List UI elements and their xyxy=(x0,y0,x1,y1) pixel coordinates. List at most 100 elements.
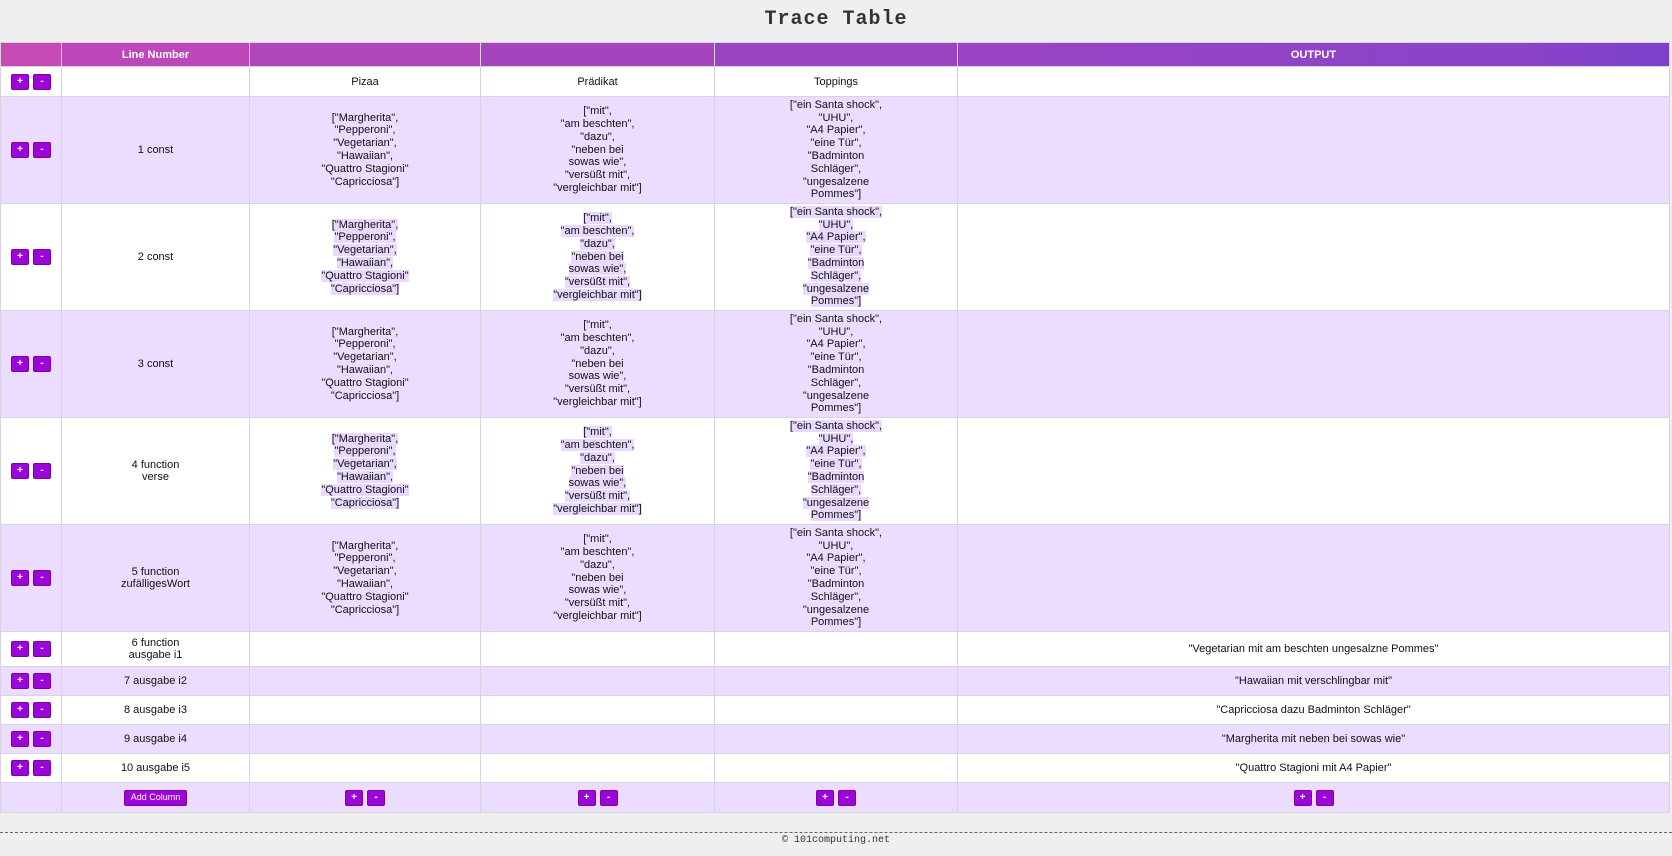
add-column-button[interactable]: + xyxy=(577,789,596,806)
column-controls-row: Add Column + - + - + - + - xyxy=(0,782,1670,813)
line-number-cell[interactable]: 10 ausgabe i5 xyxy=(61,753,250,783)
output-cell[interactable]: "Vegetarian mit am beschten ungesalzne P… xyxy=(957,631,1670,667)
line-number-cell[interactable]: 1 const xyxy=(61,96,250,204)
pizza-value: ["Margherita", "Pepperoni", "Vegetarian"… xyxy=(321,111,409,188)
value-cell[interactable] xyxy=(714,666,958,696)
line-number-cell[interactable]: 2 const xyxy=(61,203,250,311)
row-controls: + - xyxy=(0,724,62,754)
remove-column-button[interactable]: - xyxy=(599,789,618,806)
value-cell[interactable]: ["mit", "am beschten", "dazu", "neben be… xyxy=(480,417,715,525)
line-number-cell[interactable]: 5 function zufälligesWort xyxy=(61,524,250,632)
add-row-button[interactable]: + xyxy=(11,249,29,265)
value-cell[interactable] xyxy=(249,631,481,667)
add-row-button[interactable]: + xyxy=(11,570,29,586)
add-row-button[interactable]: + xyxy=(11,760,29,776)
remove-row-button[interactable]: - xyxy=(33,731,51,747)
output-cell[interactable] xyxy=(957,417,1670,525)
remove-row-button[interactable]: - xyxy=(33,73,51,90)
value-cell[interactable] xyxy=(249,753,481,783)
add-row-button[interactable]: + xyxy=(11,731,29,747)
value-cell[interactable]: ["mit", "am beschten", "dazu", "neben be… xyxy=(480,96,715,204)
value-cell[interactable]: ["mit", "am beschten", "dazu", "neben be… xyxy=(480,203,715,311)
variable-name-cell[interactable]: Pizaa xyxy=(249,66,481,97)
output-cell[interactable] xyxy=(957,66,1670,97)
add-row-button[interactable]: + xyxy=(11,702,29,718)
value-cell[interactable]: ["mit", "am beschten", "dazu", "neben be… xyxy=(480,524,715,632)
variable-name-cell[interactable]: Prädikat xyxy=(480,66,715,97)
value-cell[interactable]: ["ein Santa shock", "UHU", "A4 Papier", … xyxy=(714,96,958,204)
output-cell[interactable]: "Capricciosa dazu Badminton Schläger" xyxy=(957,695,1670,725)
output-cell[interactable]: "Margherita mit neben bei sowas wie" xyxy=(957,724,1670,754)
row-controls: + - xyxy=(0,753,62,783)
add-column-button[interactable]: + xyxy=(816,789,834,806)
add-row-button[interactable]: + xyxy=(11,356,29,372)
line-number-cell[interactable]: 6 function ausgabe i1 xyxy=(61,631,250,667)
remove-row-button[interactable]: - xyxy=(33,641,51,657)
toppings-value: ["ein Santa shock", "UHU", "A4 Papier", … xyxy=(789,526,883,629)
remove-row-button[interactable]: - xyxy=(33,249,51,265)
output-cell[interactable] xyxy=(957,203,1670,311)
value-cell[interactable]: ["ein Santa shock", "UHU", "A4 Papier", … xyxy=(714,310,958,418)
value-cell[interactable]: ["Margherita", "Pepperoni", "Vegetarian"… xyxy=(249,524,481,632)
value-cell[interactable] xyxy=(714,695,958,725)
add-row-button[interactable]: + xyxy=(11,142,29,158)
value-cell[interactable] xyxy=(714,753,958,783)
table-row: + - 3 const ["Margherita", "Pepperoni", "… xyxy=(0,310,1670,418)
output-cell[interactable] xyxy=(957,310,1670,418)
value-cell[interactable]: ["ein Santa shock", "UHU", "A4 Papier", … xyxy=(714,524,958,632)
header-output: OUTPUT xyxy=(957,42,1670,67)
value-cell[interactable]: ["Margherita", "Pepperoni", "Vegetarian"… xyxy=(249,310,481,418)
value-cell[interactable] xyxy=(480,724,715,754)
remove-row-button[interactable]: - xyxy=(33,570,51,586)
page-title: Trace Table xyxy=(764,8,908,31)
line-number-cell[interactable]: 7 ausgabe i2 xyxy=(61,666,250,696)
line-number-cell[interactable] xyxy=(61,66,250,97)
output-cell[interactable] xyxy=(957,524,1670,632)
value-cell[interactable] xyxy=(480,666,715,696)
remove-row-button[interactable]: - xyxy=(33,760,51,776)
value-cell[interactable] xyxy=(480,631,715,667)
remove-row-button[interactable]: - xyxy=(33,142,51,158)
value-cell[interactable] xyxy=(249,724,481,754)
add-column-button[interactable]: + xyxy=(345,789,363,806)
value-cell[interactable] xyxy=(249,666,481,696)
value-cell[interactable] xyxy=(480,753,715,783)
header-variable-2 xyxy=(480,42,715,67)
trace-table: Line Number OUTPUT + - Pizaa Prädikat Top… xyxy=(0,42,1670,813)
value-cell[interactable] xyxy=(714,631,958,667)
add-row-button[interactable]: + xyxy=(11,641,29,657)
value-cell[interactable]: ["Margherita", "Pepperoni", "Vegetarian"… xyxy=(249,96,481,204)
remove-row-button[interactable]: - xyxy=(33,463,51,479)
row-controls: + - xyxy=(0,666,62,696)
table-row: + - 9 ausgabe i4 "Margherita mit neben be… xyxy=(0,724,1670,754)
line-number-cell[interactable]: 4 function verse xyxy=(61,417,250,525)
remove-column-button[interactable]: - xyxy=(838,789,856,806)
value-cell[interactable]: ["Margherita", "Pepperoni", "Vegetarian"… xyxy=(249,417,481,525)
remove-column-button[interactable]: - xyxy=(367,789,385,806)
value-cell[interactable]: ["ein Santa shock", "UHU", "A4 Papier", … xyxy=(714,417,958,525)
line-number-cell[interactable]: 8 ausgabe i3 xyxy=(61,695,250,725)
output-cell[interactable] xyxy=(957,96,1670,204)
value-cell[interactable] xyxy=(249,695,481,725)
value-cell[interactable]: ["ein Santa shock", "UHU", "A4 Papier", … xyxy=(714,203,958,311)
remove-row-button[interactable]: - xyxy=(33,673,51,689)
variable-name-cell[interactable]: Toppings xyxy=(714,66,958,97)
line-number-cell[interactable]: 3 const xyxy=(61,310,250,418)
output-cell[interactable]: "Quattro Stagioni mit A4 Papier" xyxy=(957,753,1670,783)
add-row-button[interactable]: + xyxy=(11,463,29,479)
line-number-cell[interactable]: 9 ausgabe i4 xyxy=(61,724,250,754)
value-cell[interactable]: ["Margherita", "Pepperoni", "Vegetarian"… xyxy=(249,203,481,311)
output-cell[interactable]: "Hawaiian mit verschlingbar mit" xyxy=(957,666,1670,696)
remove-row-button[interactable]: - xyxy=(33,702,51,718)
column-controls: + - xyxy=(957,782,1670,813)
value-cell[interactable]: ["mit", "am beschten", "dazu", "neben be… xyxy=(480,310,715,418)
value-cell[interactable] xyxy=(714,724,958,754)
value-cell[interactable] xyxy=(480,695,715,725)
remove-row-button[interactable]: - xyxy=(33,356,51,372)
toppings-value: ["ein Santa shock", "UHU", "A4 Papier", … xyxy=(789,419,883,522)
add-column-button[interactable]: Add Column xyxy=(123,789,188,806)
add-row-button[interactable]: + xyxy=(11,673,29,689)
add-row-button[interactable]: + xyxy=(11,73,29,90)
add-column-button[interactable]: + xyxy=(1293,789,1312,806)
remove-column-button[interactable]: - xyxy=(1315,789,1334,806)
